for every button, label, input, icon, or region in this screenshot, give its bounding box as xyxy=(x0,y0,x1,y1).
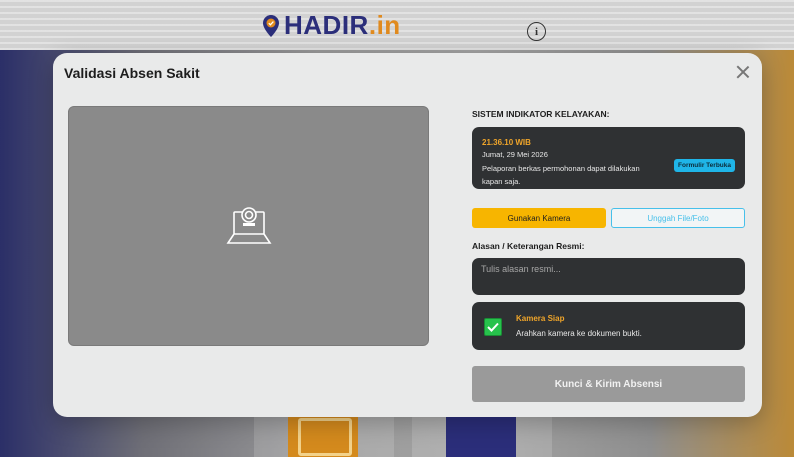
camera-ready-card: Kamera Siap Arahkan kamera ke dokumen bu… xyxy=(472,302,745,350)
reason-input[interactable] xyxy=(472,258,745,295)
menu-card[interactable] xyxy=(446,412,516,457)
submit-attendance-button[interactable]: Kunci & Kirim Absensi xyxy=(472,366,745,402)
camera-ready-title: Kamera Siap xyxy=(516,314,565,323)
reason-label: Alasan / Keterangan Resmi: xyxy=(472,241,585,251)
camera-ready-text: Arahkan kamera ke dokumen bukti. xyxy=(516,329,642,338)
indicator-label: SISTEM INDIKATOR KELAYAKAN: xyxy=(472,109,610,119)
location-pin-icon xyxy=(263,14,279,37)
upload-file-button[interactable]: Unggah File/Foto xyxy=(611,208,745,228)
close-icon[interactable] xyxy=(734,63,752,81)
status-description: Pelaporan berkas permohonan dapat dilaku… xyxy=(482,164,640,186)
laptop-camera-icon xyxy=(226,207,271,244)
camera-preview xyxy=(68,106,429,346)
brand-name: HADIR xyxy=(284,10,369,40)
modal-title: Validasi Absen Sakit xyxy=(64,65,200,81)
eligibility-status-card: 21.36.10 WIB Jumat, 29 Mei 2026 Pelapora… xyxy=(472,127,745,189)
use-camera-button[interactable]: Gunakan Kamera xyxy=(472,208,606,228)
brand-logo: HADIR.in xyxy=(262,10,401,41)
status-time: 21.36.10 WIB xyxy=(482,138,531,147)
menu-card[interactable] xyxy=(288,412,358,457)
check-icon xyxy=(484,318,502,336)
status-date: Jumat, 29 Mei 2026 xyxy=(482,150,548,159)
info-icon[interactable]: i xyxy=(527,22,546,41)
brand-tld: .in xyxy=(368,10,401,40)
sick-attendance-modal: Validasi Absen Sakit SISTEM INDIKATOR KE… xyxy=(53,53,762,417)
status-badge: Formulir Terbuka xyxy=(674,159,735,172)
